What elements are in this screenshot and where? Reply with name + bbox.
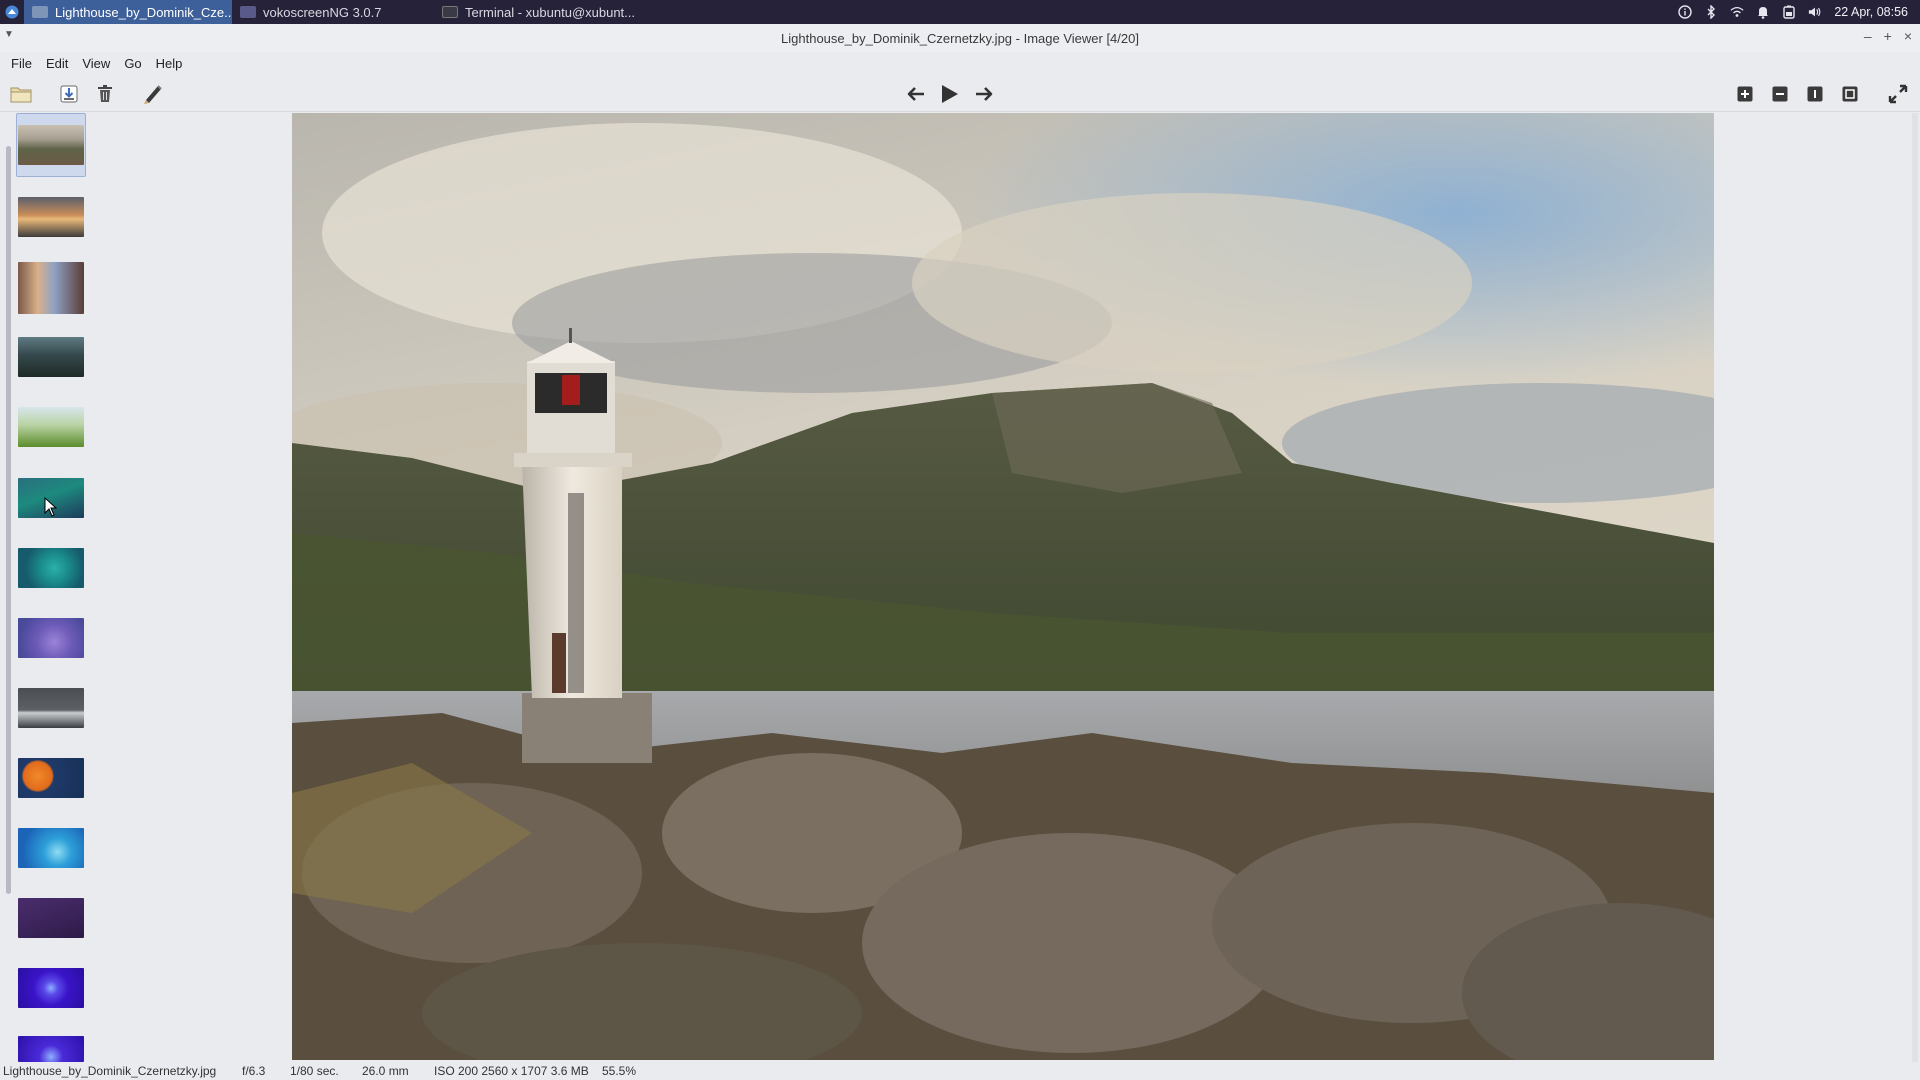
thumbnail-teal-circle[interactable] xyxy=(16,536,86,600)
window-title: Lighthouse_by_Dominik_Czernetzky.jpg - I… xyxy=(781,30,1139,46)
thumbnail-image xyxy=(18,262,84,314)
window-titlebar[interactable]: ▼ Lighthouse_by_Dominik_Czernetzky.jpg -… xyxy=(0,24,1920,52)
slideshow-play-icon xyxy=(942,85,958,103)
thumbnail-image xyxy=(18,968,84,1008)
task-label: Lighthouse_by_Dominik_Cze... xyxy=(55,4,232,20)
menu-view[interactable]: View xyxy=(75,52,117,76)
save-icon xyxy=(60,85,78,103)
fullscreen-icon xyxy=(1888,84,1908,104)
task-label: vokoscreenNG 3.0.7 xyxy=(263,4,382,20)
mouse-cursor-icon xyxy=(44,496,58,522)
folder-open-icon xyxy=(10,87,32,103)
thumbnail-violet-arc[interactable] xyxy=(16,606,86,670)
thumbnail-image xyxy=(18,688,84,728)
status-bar: Lighthouse_by_Dominik_Czernetzky.jpg f/6… xyxy=(0,1062,1920,1080)
menu-file[interactable]: File xyxy=(4,52,39,76)
sidebar-scrollbar[interactable] xyxy=(6,146,11,894)
status-details: ISO 200 2560 x 1707 3.6 MB xyxy=(434,1064,589,1078)
next-icon xyxy=(976,87,993,101)
thumbnail-orange-planet[interactable] xyxy=(16,746,86,810)
main-scrollbar[interactable] xyxy=(1912,113,1918,1062)
thumbnail-image xyxy=(18,337,84,377)
thumbnail-lighthouse[interactable] xyxy=(16,113,86,177)
edit-icon xyxy=(144,85,162,104)
thumbnail-image xyxy=(18,758,84,798)
status-filename: Lighthouse_by_Dominik_Czernetzky.jpg xyxy=(3,1064,217,1078)
thumbnail-image xyxy=(18,197,84,237)
previous-button[interactable] xyxy=(903,82,929,106)
thumbnail-grass[interactable] xyxy=(16,395,86,459)
close-icon[interactable]: × xyxy=(1904,28,1912,44)
next-button[interactable] xyxy=(971,82,997,106)
xubuntu-logo-icon xyxy=(5,5,19,19)
system-tray: 22 Apr, 08:56 xyxy=(1678,0,1920,24)
lighthouse-photo xyxy=(292,113,1714,1060)
maximize-icon[interactable]: + xyxy=(1884,28,1892,44)
main-image[interactable] xyxy=(292,113,1714,1060)
thumbnail-image xyxy=(18,407,84,447)
thumbnail-indigo-blobs[interactable] xyxy=(16,956,86,1020)
bell-icon[interactable] xyxy=(1756,5,1770,19)
thumbnail-dark-hills[interactable] xyxy=(16,325,86,389)
whisker-menu-button[interactable] xyxy=(0,0,24,24)
thumbnail-sunset-road[interactable] xyxy=(16,185,86,249)
top-panel: Lighthouse_by_Dominik_Cze... vokoscreenN… xyxy=(0,0,1920,24)
window-menu-icon[interactable]: ▼ xyxy=(4,29,14,40)
thumbnail-image xyxy=(18,618,84,658)
zoom-out-icon xyxy=(1772,86,1788,102)
thumbnail-image xyxy=(18,125,84,165)
thumbnail-image xyxy=(18,828,84,868)
thumbnail-image xyxy=(18,548,84,588)
menu-help[interactable]: Help xyxy=(149,52,190,76)
status-exposure: 1/80 sec. xyxy=(290,1064,339,1078)
save-button[interactable] xyxy=(56,82,82,106)
vokoscreen-icon xyxy=(240,6,256,18)
volume-icon[interactable] xyxy=(1808,5,1822,19)
fullscreen-button[interactable] xyxy=(1885,82,1911,106)
zoom-out-button[interactable] xyxy=(1767,82,1793,106)
battery-icon[interactable] xyxy=(1782,5,1796,19)
bluetooth-icon[interactable] xyxy=(1704,5,1718,19)
open-folder-button[interactable] xyxy=(8,82,34,106)
wifi-icon[interactable] xyxy=(1730,5,1744,19)
zoom-in-icon xyxy=(1737,86,1753,102)
slideshow-button[interactable] xyxy=(936,82,962,106)
zoom-original-icon xyxy=(1807,86,1823,102)
thumbnail-grey-mountain[interactable] xyxy=(16,676,86,740)
zoom-fit-button[interactable] xyxy=(1837,82,1863,106)
status-aperture: f/6.3 xyxy=(242,1064,266,1078)
zoom-original-button[interactable] xyxy=(1802,82,1828,106)
thumbnail-image xyxy=(18,898,84,938)
edit-button[interactable] xyxy=(140,82,166,106)
zoom-in-button[interactable] xyxy=(1732,82,1758,106)
thumbnail-dark-purple[interactable] xyxy=(16,886,86,950)
menu-edit[interactable]: Edit xyxy=(39,52,75,76)
task-vokoscreen[interactable]: vokoscreenNG 3.0.7 xyxy=(232,0,434,24)
minimize-icon[interactable]: – xyxy=(1864,28,1872,44)
clock[interactable]: 22 Apr, 08:56 xyxy=(1834,5,1908,19)
thumbnail-image xyxy=(18,1036,84,1062)
info-icon[interactable] xyxy=(1678,5,1693,19)
status-zoom: 55.5% xyxy=(602,1064,637,1078)
task-image-viewer[interactable]: Lighthouse_by_Dominik_Cze... xyxy=(24,0,232,24)
zoom-fit-icon xyxy=(1842,86,1858,102)
delete-button[interactable] xyxy=(92,82,118,106)
toolbar xyxy=(0,76,1920,112)
status-focal-length: 26.0 mm xyxy=(362,1064,409,1078)
menu-bar: File Edit View Go Help xyxy=(0,52,1920,76)
image-viewer-icon xyxy=(32,6,48,18)
previous-icon xyxy=(907,87,924,101)
thumbnail-city-cat[interactable] xyxy=(16,256,86,320)
thumbnail-blue-arc[interactable] xyxy=(16,816,86,880)
menu-go[interactable]: Go xyxy=(117,52,148,76)
thumbnail-indigo-partial[interactable] xyxy=(16,1026,86,1062)
task-terminal[interactable]: Terminal - xubuntu@xubunt... xyxy=(434,0,644,24)
terminal-icon xyxy=(442,6,458,18)
delete-icon xyxy=(98,85,112,102)
task-label: Terminal - xubuntu@xubunt... xyxy=(465,4,636,20)
